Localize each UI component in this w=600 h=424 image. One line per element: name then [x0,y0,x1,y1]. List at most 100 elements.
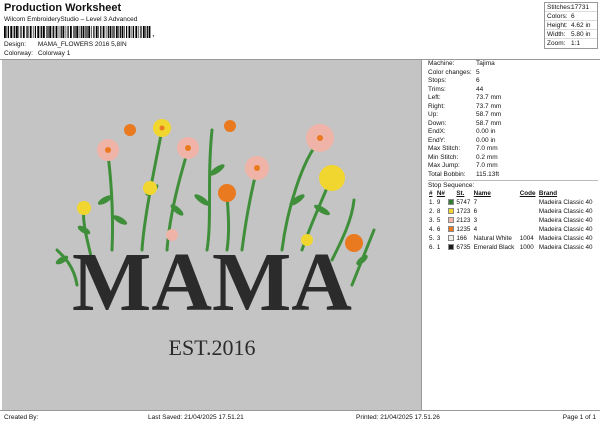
barcode-image [4,26,151,38]
barcode-bar [10,26,13,38]
barcode-bar [73,26,74,38]
barcode-bar [119,26,121,38]
barcode-bar [39,26,41,38]
stats-box: Stitches: 17731 Colors: 6 Height: 4.62 in W… [544,2,598,49]
thread-code: 1004 [519,235,534,242]
machine-info-value: 7.0 mm [476,145,498,152]
barcode-bar [29,26,32,38]
machine-info-label: Max Jump: [428,162,460,169]
color-swatch [447,235,454,242]
machine-info-value: 7.0 mm [476,162,498,169]
stats-label: Stitches: [547,4,572,11]
stats-value: 5.80 in [571,31,591,38]
barcode-bar [27,26,29,38]
thread-name: 3 [473,217,478,224]
barcode-bar [80,26,82,38]
stitch-count: 1235 [456,226,471,233]
barcode-bar [16,26,18,38]
machine-info-value: 6 [476,77,480,84]
machine-info-value: Tajima [476,60,495,67]
barcode-bar [142,26,145,38]
stop-sequence-title: Stop Sequence: [428,180,598,189]
barcode-bar [65,26,67,38]
barcode-bar [74,26,76,38]
design-preview-canvas: MAMA EST.2016 [2,60,422,410]
needle-num: 3 [436,235,441,242]
thread-code [519,198,538,207]
barcode-bar [43,26,45,38]
machine-info-label: Machine: [428,60,455,67]
stats-row: Stitches: 17731 [545,3,597,12]
machine-info-row: Machine: Tajima [428,60,598,69]
stats-value: 4.62 in [571,22,591,29]
design-name: MAMA_FLOWERS 2016 5,8IN [37,41,127,48]
color-swatch [447,244,454,251]
barcode-bar [113,26,115,38]
barcode-bar [14,26,16,38]
barcode-bar [41,26,43,38]
stats-row: Height: 4.62 in [545,21,597,30]
stop-num: 2. [429,208,435,215]
swatch [447,225,456,234]
machine-info-label: EndY: [428,136,446,144]
machine-info-value: 44 [476,85,484,93]
stop-num: 1. [429,199,435,206]
machine-info-value: 0.00 in [476,128,496,135]
barcode-bar [47,26,49,38]
stats-label: Width: [547,31,566,38]
machine-info-row: Up: 58.7 mm [428,111,598,120]
machine-info-value: 73.7 mm [476,102,502,110]
thread-name: 4 [473,226,478,233]
machine-info-label: Trims: [428,85,446,93]
barcode-bar [46,26,47,38]
barcode-bar [140,26,142,38]
page-title: Production Worksheet [4,2,122,14]
stitch-count: 5747 [456,199,471,206]
barcode-bar [32,26,34,38]
machine-info-row: Min Stitch: 0.2 mm [428,154,598,163]
barcode-bar [100,26,102,38]
barcode-bar [34,26,36,38]
col-brand: Brand [538,190,558,197]
swatch [447,234,456,243]
col-swatch [447,189,456,198]
machine-info-row: EndY: 0.00 in [428,137,598,146]
needle-num: 9 [436,199,441,206]
footer-bar: Created By: Last Saved: 21/04/2025 17.51… [0,410,600,424]
thread-code [519,216,538,225]
thread-brand: Madeira Classic 40 [538,199,593,206]
col-needle: N# [436,190,445,197]
stop-num: 4. [429,226,435,233]
design-label: Design: [4,41,27,48]
stop-table-header: # N# St. Name Code Brand [428,189,598,198]
barcode-bar [37,26,40,38]
barcode-bar [4,26,6,38]
machine-info-label: Color changes: [428,68,472,76]
machine-info-row: Stops: 6 [428,77,598,86]
machine-info-row: Total Bobbin: 115.13ft [428,171,598,180]
stats-value: 6 [571,13,575,20]
barcode-bar [86,26,88,38]
machine-info-label: Max Stitch: [428,145,461,152]
barcode-bar [109,26,112,38]
barcode-bar [55,26,58,38]
barcode-bar [98,26,99,38]
stop-row: 3. 5 2123 3 Madeira Classic 40 [428,216,598,225]
thread-name: 6 [473,208,478,215]
est-year-text: EST.2016 [169,335,256,360]
barcode-bar [49,26,52,38]
barcode-bar [7,26,9,38]
barcode-bar [115,26,118,38]
software-subtitle: Wilcom EmbroideryStudio – Level 3 Advanc… [4,16,138,23]
barcode-bar [138,26,140,38]
machine-info-panel: Machine: Tajima Color changes: 5 Stops: 6 Trim… [428,60,598,252]
flowers [77,119,363,252]
machine-info-label: Left: [428,94,441,101]
machine-info-value: 115.13ft [476,170,500,178]
barcode-bar [26,26,27,38]
barcode-bar [70,26,72,38]
barcode-bar [20,26,22,38]
barcode-bar [91,26,92,38]
stop-row: 1. 9 5747 7 Madeira Classic 40 [428,198,598,207]
stop-row: 2. 8 1723 6 Madeira Classic 40 [428,207,598,216]
